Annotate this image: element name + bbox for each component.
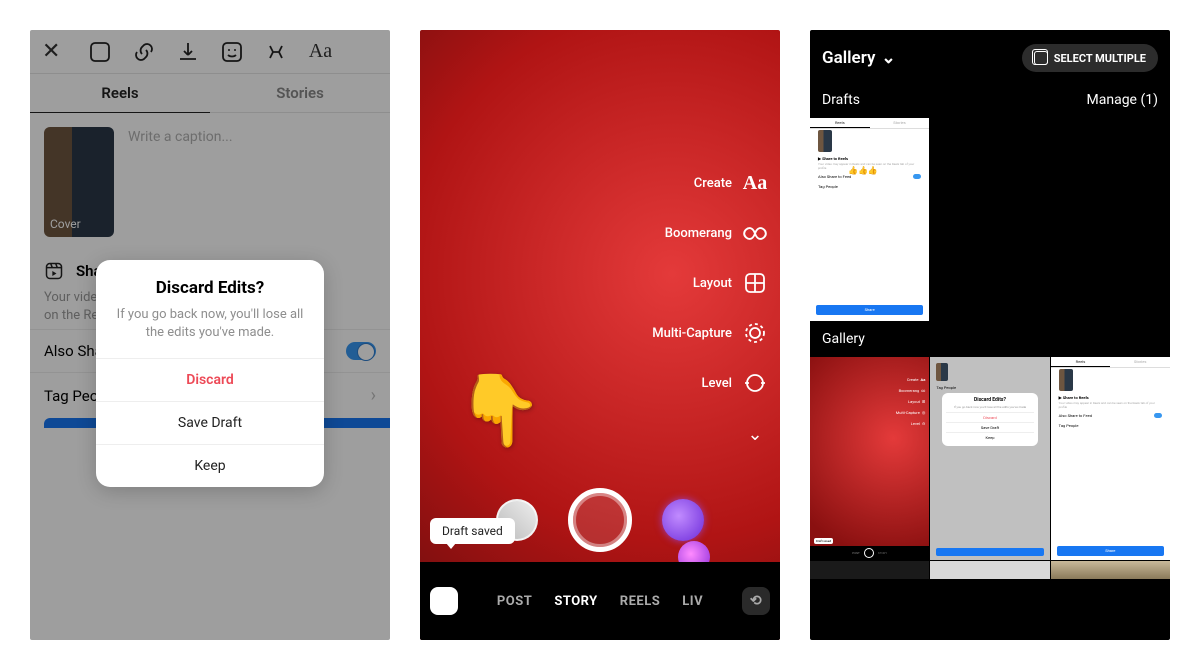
discard-button[interactable]: Discard <box>96 358 324 401</box>
screen-gallery-picker: Gallery ⌄ SELECT MULTIPLE Drafts Manage … <box>810 30 1170 640</box>
shutter-button[interactable] <box>568 488 632 552</box>
mode-reels[interactable]: REELS <box>620 594 661 609</box>
dialog-message: If you go back now, you'll lose all the … <box>96 306 324 358</box>
screen-story-camera: Create Aa Boomerang Layout Multi-Capture… <box>420 30 780 640</box>
select-multiple-label: SELECT MULTIPLE <box>1054 52 1146 65</box>
multi-capture-icon <box>742 320 768 346</box>
drafts-section-header: Drafts Manage (1) <box>810 82 1170 118</box>
mode-multi-capture[interactable]: Multi-Capture <box>652 320 768 346</box>
mode-level[interactable]: Level <box>701 370 768 396</box>
drafts-grid: Reels Stories ▶ Share to Reels Your vide… <box>810 118 1170 321</box>
save-draft-button[interactable]: Save Draft <box>96 401 324 444</box>
mode-create[interactable]: Create Aa <box>694 170 768 196</box>
mode-live[interactable]: LIV <box>682 594 703 609</box>
discard-dialog: Discard Edits? If you go back now, you'l… <box>96 260 324 487</box>
draft-thumbnail[interactable]: Reels Stories ▶ Share to Reels Your vide… <box>810 118 929 321</box>
mode-layout[interactable]: Layout <box>693 270 768 296</box>
gallery-dropdown[interactable]: Gallery ⌄ <box>822 48 896 68</box>
mode-label: Create <box>694 176 732 191</box>
gallery-item[interactable]: Reels Stories ▶ Share to Reels Your vide… <box>1051 357 1170 560</box>
gallery-item[interactable]: Create Aa Boomerang ∞ Layout ⊞ Multi-Cap… <box>810 357 929 560</box>
mode-label: Boomerang <box>665 226 732 241</box>
mode-label: Level <box>701 376 732 391</box>
drafts-label: Drafts <box>822 92 860 108</box>
infinity-icon <box>742 220 768 246</box>
mode-story[interactable]: STORY <box>554 594 597 609</box>
gallery-item[interactable]: Tag People Discard Edits? If you go back… <box>930 357 1049 560</box>
pointing-hand-emoji <box>456 370 543 452</box>
camera-mode-bar: POST STORY REELS LIV ⟲ <box>420 562 780 640</box>
text-icon: Aa <box>742 170 768 196</box>
switch-camera-icon[interactable]: ⟲ <box>742 587 770 615</box>
select-multiple-button[interactable]: SELECT MULTIPLE <box>1022 44 1158 72</box>
gallery-section-header: Gallery <box>810 321 1170 357</box>
gallery-item[interactable] <box>930 561 1049 579</box>
keep-button[interactable]: Keep <box>96 444 324 487</box>
effect-thumb-1[interactable] <box>662 499 704 541</box>
mode-boomerang[interactable]: Boomerang <box>665 220 768 246</box>
level-icon <box>742 370 768 396</box>
layout-icon <box>742 270 768 296</box>
gallery-thumbnail-button[interactable] <box>430 587 458 615</box>
gallery-dropdown-label: Gallery <box>822 48 875 68</box>
chevron-down-icon[interactable]: ⌄ <box>742 424 768 445</box>
mode-label: Layout <box>693 276 732 291</box>
gallery-item[interactable] <box>1051 561 1170 579</box>
gallery-grid: Create Aa Boomerang ∞ Layout ⊞ Multi-Cap… <box>810 357 1170 579</box>
chevron-down-icon: ⌄ <box>881 48 895 68</box>
gallery-item[interactable] <box>810 561 929 579</box>
mode-label: Multi-Capture <box>652 326 732 341</box>
gallery-top-bar: Gallery ⌄ SELECT MULTIPLE <box>810 30 1170 82</box>
manage-drafts-link[interactable]: Manage (1) <box>1087 92 1158 108</box>
mode-post[interactable]: POST <box>497 594 532 609</box>
screen-share-reel: ✕ Aa Reels Stories Cover Write a caption… <box>30 30 390 640</box>
stack-icon <box>1034 51 1048 65</box>
camera-side-menu: Create Aa Boomerang Layout Multi-Capture… <box>652 170 768 445</box>
draft-saved-toast: Draft saved <box>430 518 515 544</box>
dialog-title: Discard Edits? <box>96 260 324 306</box>
